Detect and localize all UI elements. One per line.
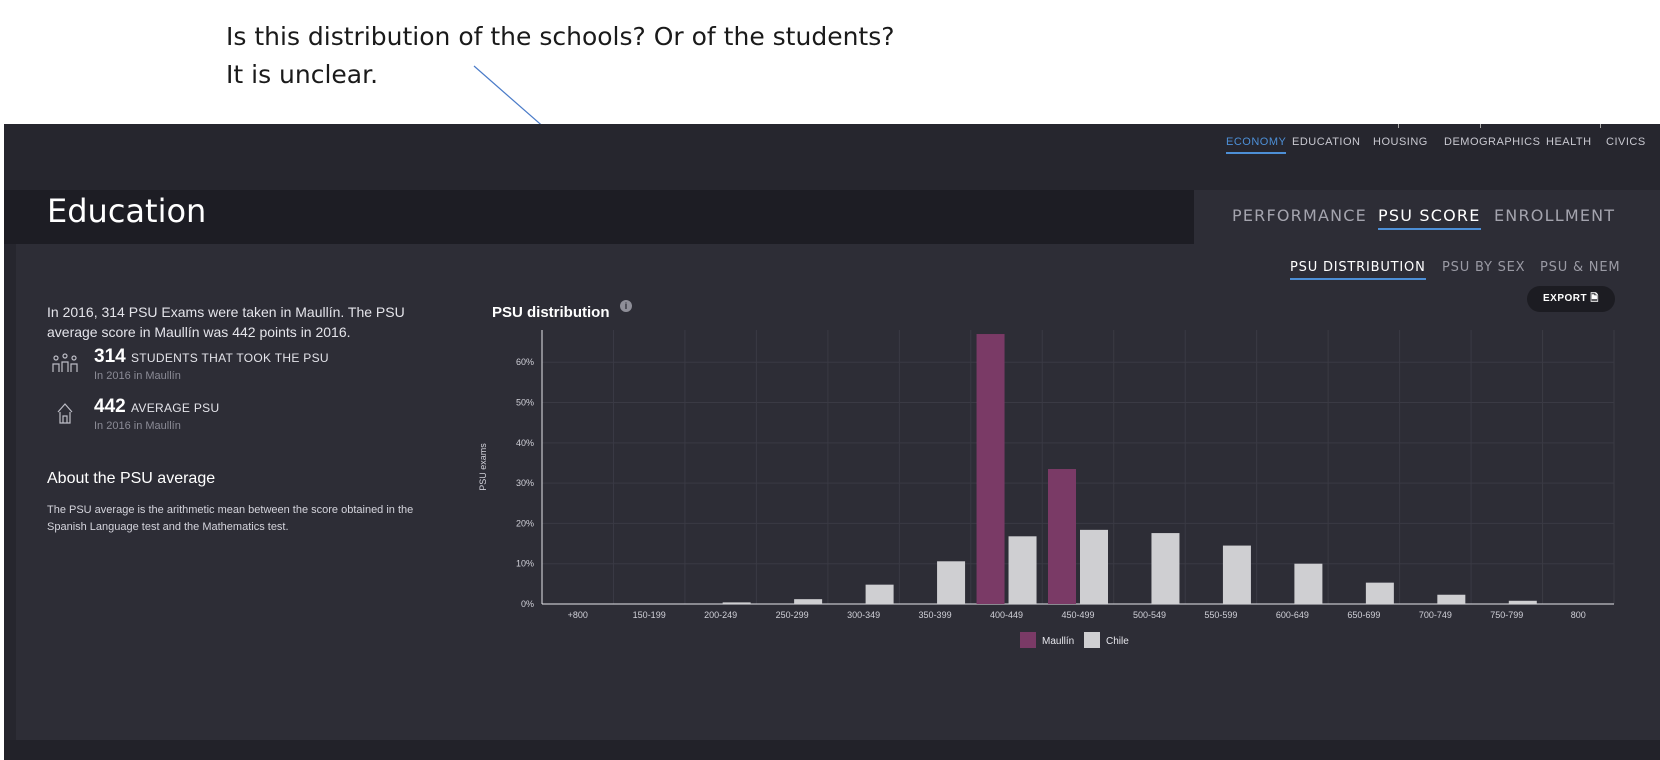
y-tick-label: 50% [516,398,534,408]
y-axis-label: PSU exams [478,443,488,491]
psu-distribution-chart: 0% 10% 20% 30% 40% 50% 60% PSU exams +800 150-199… [478,330,1615,648]
annotation-line-2: It is unclear. [226,60,379,89]
legend-label: Maullín [1042,636,1074,647]
bar-chile [1508,600,1537,604]
y-tick-label: 20% [516,518,534,528]
bar-chile [1151,533,1180,604]
x-tick-label: 250-299 [776,610,809,620]
x-tick-label: 550-599 [1204,610,1237,620]
legend-label: Chile [1106,636,1129,647]
x-tick-label: +800 [568,610,588,620]
bar-chile [1365,582,1394,604]
y-tick-label: 30% [516,478,534,488]
annotation-line-1: Is this distribution of the schools? Or … [226,22,895,51]
y-tick-label: 10% [516,559,534,569]
x-tick-label: 500-549 [1133,610,1166,620]
x-tick-label: 200-249 [704,610,737,620]
bar-chile [722,602,751,604]
bar-maullin [1048,469,1076,604]
bar-chile [1080,529,1108,604]
x-tick-label: 350-399 [919,610,952,620]
x-tick-label: 450-499 [1061,610,1094,620]
y-tick-label: 60% [516,357,534,367]
y-tick-label: 0% [521,599,534,609]
x-tick-label: 750-799 [1490,610,1523,620]
x-tick-label: 800 [1571,610,1586,620]
x-tick-label: 150-199 [633,610,666,620]
x-tick-label: 400-449 [990,610,1023,620]
y-tick-label: 40% [516,438,534,448]
bar-chile [937,561,966,604]
bar-chile [1222,545,1251,604]
bar-chile [865,584,894,604]
bar-chile [1294,563,1323,604]
x-tick-label: 650-699 [1347,610,1380,620]
annotation-text: Is this distribution of the schools? Or … [226,18,895,94]
legend-swatch [1084,632,1100,648]
legend-swatch [1020,632,1036,648]
bar-chile [1008,536,1037,604]
bar-chile [1437,594,1466,604]
bar-maullin [976,334,1005,604]
x-tick-label: 600-649 [1276,610,1309,620]
footer-strip [4,740,1660,760]
x-tick-label: 300-349 [847,610,880,620]
app-window: ECONOMY EDUCATION HOUSING DEMOGRAPHICS H… [4,124,1660,760]
x-tick-label: 700-749 [1419,610,1452,620]
bar-chile [794,599,823,604]
